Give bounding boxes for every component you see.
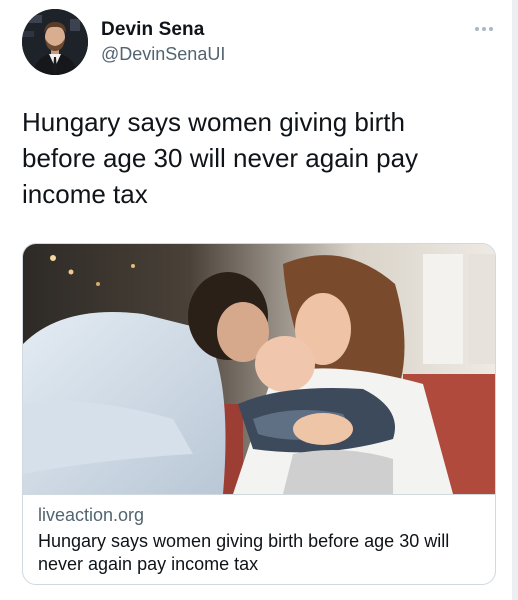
card-title: Hungary says women giving birth before a… xyxy=(38,531,450,574)
page-edge xyxy=(512,0,518,600)
author-handle[interactable]: @DevinSenaUI xyxy=(101,44,225,65)
tweet: Devin Sena @DevinSenaUI Hungary says wom… xyxy=(0,0,512,600)
card-photo xyxy=(23,244,495,494)
avatar[interactable] xyxy=(22,9,88,75)
more-horizontal-icon-glyph xyxy=(475,27,493,31)
link-card[interactable]: liveaction.org Hungary says women giving… xyxy=(22,243,496,585)
card-domain: liveaction.org xyxy=(38,505,145,525)
tweet-text: Hungary says women giving birth before a… xyxy=(22,107,419,209)
author-display-name[interactable]: Devin Sena xyxy=(101,19,204,41)
avatar-photo xyxy=(22,9,88,75)
card-meta: liveaction.org Hungary says women giving… xyxy=(23,494,495,584)
more-horizontal-icon[interactable] xyxy=(473,22,495,34)
